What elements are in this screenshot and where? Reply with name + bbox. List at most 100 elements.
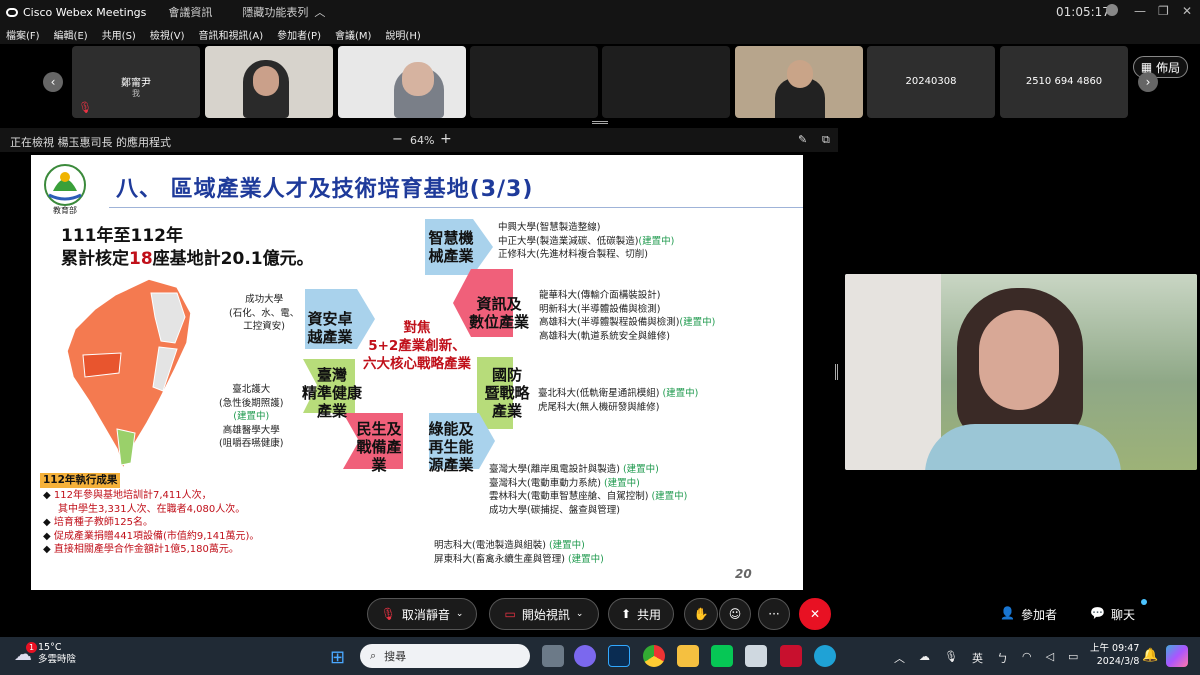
hand-icon: ✋ (693, 607, 709, 621)
mic-off-tray-icon[interactable]: 🎙 (944, 650, 958, 666)
menu-meeting[interactable]: 會議(M) (335, 27, 371, 42)
strip-prev-button[interactable]: ‹ (43, 72, 63, 92)
strip-next-button[interactable]: › (1138, 72, 1158, 92)
chrome-icon[interactable] (643, 645, 665, 667)
share-icon: ⬆ (620, 607, 632, 621)
menu-view[interactable]: 檢視(V) (150, 27, 185, 42)
popout-icon[interactable]: ⧉ (822, 133, 830, 147)
reactions-button[interactable]: ☺ (719, 598, 751, 630)
left-group-1: 成功大學 (石化、水、電、 工控資安) (229, 293, 299, 334)
restore-icon[interactable]: ❐ (1158, 4, 1169, 18)
tray-expand-icon[interactable]: ︿ (894, 650, 905, 666)
speaker-face (979, 310, 1059, 410)
hex-green-energy: 綠能及 再生能 源產業 (428, 420, 474, 474)
moe-logo: 教育部 (44, 164, 86, 215)
menu-participants[interactable]: 參加者(P) (277, 27, 321, 42)
left-group-2: 臺北護大 (急性後期照護) (建置中) 高雄醫學大學 (咀嚼吞嚥健康) (219, 383, 283, 451)
strip-resize-handle[interactable] (592, 121, 608, 124)
chevron-up-icon[interactable]: ︿ (314, 4, 325, 20)
status-building: (建置中) (662, 388, 699, 399)
title-underline (109, 207, 803, 208)
more-options-button[interactable]: ··· (758, 598, 790, 630)
annotate-icon[interactable]: ✎ (798, 133, 807, 146)
raise-hand-button[interactable]: ✋ (684, 598, 718, 630)
menu-help[interactable]: 說明(H) (385, 27, 420, 42)
person-icon: 👤 (1000, 606, 1015, 620)
participant-tile-self[interactable]: 鄭甯尹 我 🎙 (72, 46, 200, 118)
close-window-icon[interactable]: ✕ (1182, 4, 1192, 18)
copilot-icon[interactable] (1166, 645, 1188, 667)
minimize-icon[interactable]: — (1134, 4, 1146, 18)
mcafee-icon[interactable] (780, 645, 802, 667)
share-label: 共用 (637, 607, 662, 622)
task-view-icon[interactable] (542, 645, 564, 667)
line-icon[interactable] (711, 645, 733, 667)
panel-resize-handle[interactable] (835, 364, 838, 380)
start-video-button[interactable]: ▭ 開始視訊 ⌄ (489, 598, 599, 630)
viewing-bar: 正在檢視 楊玉惠司長 的應用程式 − 64% + ✎ ⧉ (0, 128, 838, 152)
participant-tile-20240308[interactable]: 20240308 (867, 46, 995, 118)
ime-indicator[interactable]: 英 (972, 650, 983, 666)
webex-taskbar-icon[interactable] (814, 645, 836, 667)
hide-menu-bar[interactable]: 隱藏功能表列 (242, 4, 308, 20)
participant-tile-video-1[interactable] (205, 46, 333, 118)
menu-share[interactable]: 共用(S) (102, 27, 136, 42)
weather-temp: 15°C (38, 642, 62, 653)
participant-me-label: 我 (132, 89, 140, 98)
leave-meeting-button[interactable]: ✕ (799, 598, 831, 630)
start-button[interactable]: ⊞ (330, 647, 345, 668)
chat-panel-button[interactable]: 💬 聊天 (1090, 606, 1135, 623)
speaker-icon[interactable]: ◁ (1046, 650, 1054, 666)
wifi-icon[interactable]: ◠ (1022, 650, 1032, 666)
share-button[interactable]: ⬆ 共用 (608, 598, 674, 630)
tray-cloud-icon[interactable]: ☁ (919, 650, 930, 666)
clock[interactable]: 上午 09:47 2024/3/8 (1090, 642, 1139, 668)
menu-bar: 檔案(F) 編輯(E) 共用(S) 檢視(V) 音訊和視訊(A) 參加者(P) … (0, 24, 1200, 44)
teams-icon[interactable] (574, 645, 596, 667)
participant-tile-blank-1[interactable] (470, 46, 598, 118)
notifications-icon[interactable]: 🔔 (1142, 648, 1158, 663)
taiwan-map (66, 278, 192, 472)
summary-text-b: 座基地計 (152, 249, 221, 269)
zoom-level[interactable]: 64% (410, 134, 434, 147)
active-speaker-video (845, 274, 1197, 470)
chevron-down-icon[interactable]: ⌄ (456, 609, 464, 619)
menu-audio-video[interactable]: 音訊和視訊(A) (199, 27, 264, 42)
school-focus: (咀嚼吞嚥健康) (219, 438, 284, 449)
participants-label: 參加者 (1020, 608, 1057, 622)
participant-tile-2510[interactable]: 2510 694 4860 (1000, 46, 1128, 118)
menu-file[interactable]: 檔案(F) (6, 27, 40, 42)
participant-tile-video-2[interactable] (338, 46, 466, 118)
battery-icon[interactable]: ▭ (1068, 650, 1078, 666)
bullet-icon: ◆ (43, 517, 54, 528)
participant-tile-blank-2[interactable] (602, 46, 730, 118)
participants-panel-button[interactable]: 👤 參加者 (1000, 606, 1057, 623)
zoom-in-button[interactable]: + (440, 131, 452, 147)
muted-icon: 🎙 (78, 101, 92, 114)
notepad-icon[interactable] (745, 645, 767, 667)
video-background-left (845, 274, 941, 470)
photoshop-icon[interactable] (608, 645, 630, 667)
status-building: (建置中) (679, 317, 716, 328)
search-box[interactable]: ⌕ 搜尋 (360, 644, 530, 668)
signal-icon (1106, 4, 1118, 16)
summary-amount: 20.1 (220, 249, 263, 269)
weather-widget[interactable]: ☁ 15°C 多雲時陰 (14, 642, 76, 666)
more-icon: ··· (768, 607, 780, 621)
school-line: 正修科大(先進材料複合製程、切削) (498, 249, 648, 260)
ime-mode-icon[interactable]: ㄅ (997, 650, 1008, 666)
file-explorer-icon[interactable] (677, 645, 699, 667)
school-line: 成功大學(碳捕捉、盤查與管理) (489, 504, 620, 516)
unmute-button[interactable]: 🎙 取消靜音 ⌄ (367, 598, 477, 630)
center-line-3: 六大核心戰略產業 (363, 356, 471, 372)
layout-label: 佈局 (1156, 60, 1181, 75)
zoom-out-button[interactable]: − (392, 132, 403, 147)
video-off-icon: ▭ (504, 607, 516, 621)
chevron-down-icon[interactable]: ⌄ (576, 609, 584, 619)
menu-edit[interactable]: 編輯(E) (54, 27, 88, 42)
unmute-label: 取消靜音 (401, 607, 450, 622)
slide-title: 八、 區域產業人才及技術培育基地(3/3) (116, 177, 534, 202)
school-line: 中正大學(製造業減碳、低碳製造)(建置中) (498, 235, 675, 247)
participant-tile-video-3[interactable] (735, 46, 863, 118)
meeting-info-menu[interactable]: 會議資訊 (168, 4, 212, 20)
